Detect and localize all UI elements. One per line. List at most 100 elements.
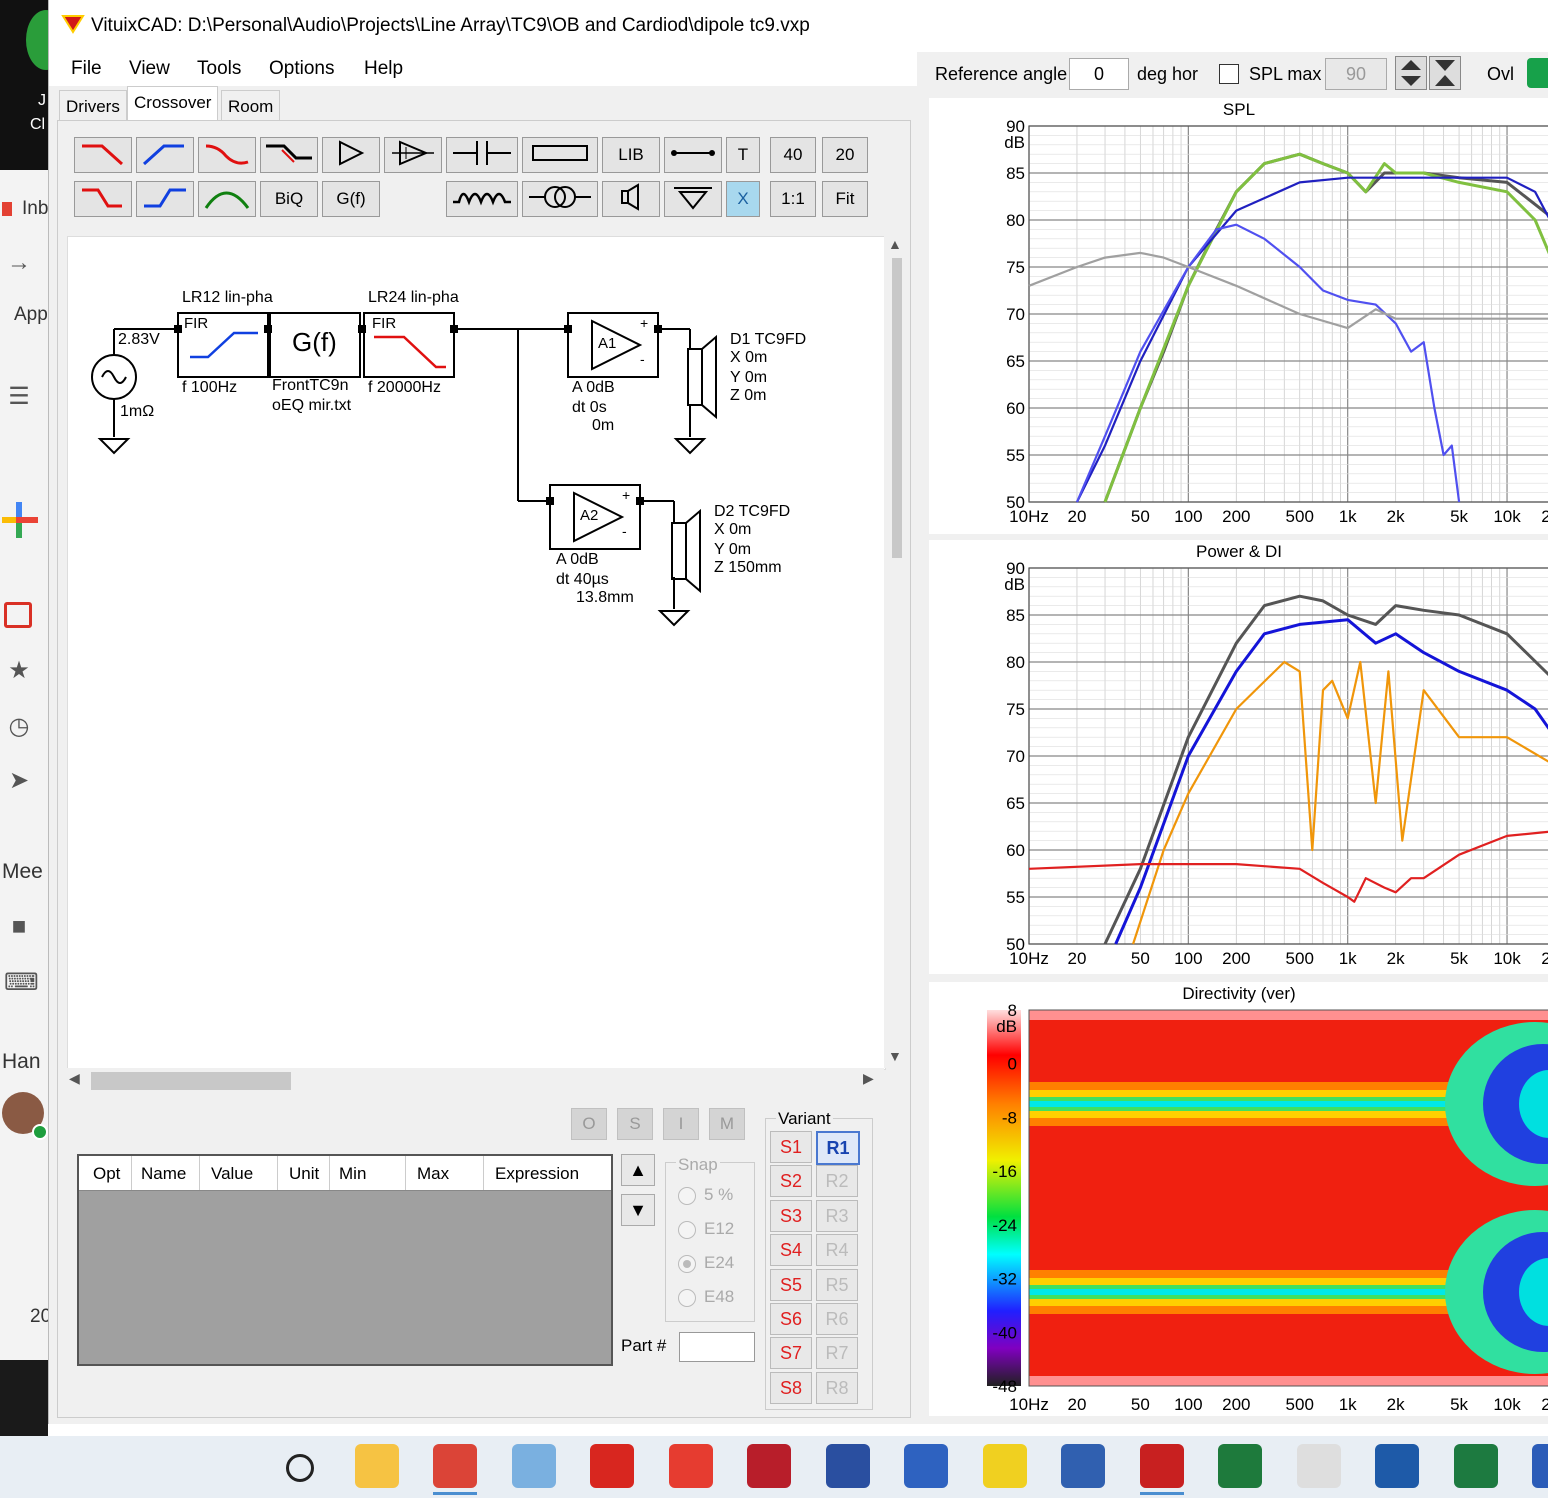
- driver-tool-button[interactable]: [602, 181, 660, 217]
- scroll-right-icon[interactable]: ▶: [863, 1070, 874, 1087]
- variant-r6-button[interactable]: R6: [816, 1303, 858, 1335]
- scroll-down-icon[interactable]: ▼: [888, 1048, 902, 1064]
- taskbar-sketchup-icon[interactable]: [668, 1444, 713, 1488]
- taskbar-app-v-icon[interactable]: [1061, 1444, 1105, 1488]
- driver2-name[interactable]: D2 TC9FD: [714, 503, 790, 521]
- taskbar-word-icon[interactable]: [1532, 1444, 1548, 1488]
- variant-s4-button[interactable]: S4: [770, 1234, 812, 1267]
- taskbar-search-icon[interactable]: [286, 1454, 314, 1482]
- zoom-40-button[interactable]: 40: [770, 137, 816, 173]
- snap-option-5pct[interactable]: 5 %: [678, 1185, 733, 1205]
- capacitor-tool-button[interactable]: [446, 137, 518, 173]
- highpass-tool-button[interactable]: [136, 137, 194, 173]
- variant-s8-button[interactable]: S8: [770, 1371, 812, 1404]
- spl-chart[interactable]: 10Hz20501002005001k2k5k10k20k90858075706…: [929, 98, 1548, 534]
- snap-option-e24[interactable]: E24: [678, 1253, 734, 1273]
- taskbar-outlook-v-icon[interactable]: [1375, 1444, 1419, 1488]
- taskbar-file-explorer-icon[interactable]: [354, 1444, 399, 1488]
- taskbar-app-lightning-icon[interactable]: [982, 1444, 1027, 1488]
- variant-r2-button[interactable]: R2: [816, 1165, 858, 1198]
- notch-tool-button[interactable]: [198, 137, 256, 173]
- wire-tool-button[interactable]: [664, 137, 722, 173]
- filter1-title[interactable]: LR12 lin-pha: [182, 289, 273, 307]
- lowpass-tool-button[interactable]: [74, 137, 132, 173]
- taskbar-excel-icon[interactable]: [1453, 1444, 1498, 1488]
- library-button[interactable]: LIB: [602, 137, 660, 173]
- zoom-1-1-button[interactable]: 1:1: [770, 181, 816, 217]
- driver1-name[interactable]: D1 TC9FD: [730, 331, 806, 349]
- move-up-button[interactable]: ▲: [621, 1154, 655, 1186]
- col-max[interactable]: Max: [417, 1164, 449, 1184]
- schematic-horizontal-scrollbar[interactable]: ◀ ▶: [67, 1068, 884, 1092]
- spl-max-checkbox[interactable]: [1219, 64, 1239, 84]
- power-di-chart[interactable]: 10Hz20501002005001k2k5k10k20k90858075706…: [929, 540, 1548, 974]
- col-value[interactable]: Value: [211, 1164, 253, 1184]
- part-number-input[interactable]: [679, 1332, 755, 1362]
- hamburger-menu-icon[interactable]: ☰: [4, 382, 34, 412]
- resistor-tool-button[interactable]: [522, 137, 598, 173]
- tab-room[interactable]: Room: [221, 90, 281, 121]
- gf-block-button[interactable]: G(f): [322, 181, 380, 217]
- video-camera-icon[interactable]: ■: [4, 912, 34, 942]
- biquad-button[interactable]: BiQ: [260, 181, 318, 217]
- gf-block-label[interactable]: G(f): [292, 327, 337, 358]
- snap-option-e12[interactable]: E12: [678, 1219, 734, 1239]
- scroll-up-icon[interactable]: ▲: [888, 236, 902, 252]
- snap-option-e48[interactable]: E48: [678, 1287, 734, 1307]
- highpass2-tool-button[interactable]: [136, 181, 194, 217]
- inductor-tool-button[interactable]: [446, 181, 518, 217]
- optimize-s-button[interactable]: S: [617, 1108, 653, 1140]
- variant-r4-button[interactable]: R4: [816, 1234, 858, 1267]
- taskbar-app-green-icon[interactable]: [1218, 1444, 1262, 1488]
- menu-file[interactable]: File: [71, 58, 102, 80]
- menu-tools[interactable]: Tools: [197, 58, 241, 80]
- keyboard-icon[interactable]: ⌨: [4, 968, 39, 998]
- bandpass-tool-button[interactable]: [198, 181, 256, 217]
- lowpass2-tool-button[interactable]: [74, 181, 132, 217]
- delete-x-button[interactable]: X: [726, 181, 760, 217]
- variant-r1-button[interactable]: R1: [816, 1131, 860, 1165]
- optimize-m-button[interactable]: M: [709, 1108, 745, 1140]
- col-min[interactable]: Min: [339, 1164, 366, 1184]
- zoom-20-button[interactable]: 20: [822, 137, 868, 173]
- menu-help[interactable]: Help: [364, 58, 403, 80]
- schematic-canvas[interactable]: 2.83V 1mΩ LR12 lin-pha FIR f 100Hz G(f) …: [67, 236, 886, 1070]
- taskbar-app-clock-icon[interactable]: [1296, 1444, 1341, 1488]
- variant-r7-button[interactable]: R7: [816, 1337, 858, 1370]
- label-icon[interactable]: ➤: [4, 766, 34, 796]
- inbox-icon[interactable]: [4, 602, 32, 628]
- star-icon[interactable]: ★: [4, 656, 34, 686]
- directivity-chart[interactable]: 80-8-16-24-32-40-48dB18013590450-45-90-1…: [929, 982, 1548, 1416]
- tab-drivers[interactable]: Drivers: [59, 90, 127, 121]
- col-expression[interactable]: Expression: [495, 1164, 579, 1184]
- transformer-tool-button[interactable]: [522, 181, 598, 217]
- shelf-tool-button[interactable]: [260, 137, 318, 173]
- move-down-button[interactable]: ▼: [621, 1194, 655, 1226]
- tab-crossover[interactable]: Crossover: [127, 86, 219, 121]
- optimize-o-button[interactable]: O: [571, 1108, 607, 1140]
- variant-r5-button[interactable]: R5: [816, 1268, 858, 1301]
- filter2-title[interactable]: LR24 lin-pha: [368, 289, 459, 307]
- overlay-toggle-icon[interactable]: [1527, 58, 1548, 88]
- vertical-scroll-thumb[interactable]: [892, 258, 902, 558]
- taskbar-REW-icon[interactable]: [825, 1444, 870, 1488]
- clock-icon[interactable]: ◷: [4, 712, 34, 742]
- variant-r8-button[interactable]: R8: [816, 1371, 858, 1404]
- taskbar-chrome-icon[interactable]: [433, 1444, 477, 1488]
- horizontal-scroll-thumb[interactable]: [91, 1072, 291, 1090]
- compose-plus-icon[interactable]: [0, 500, 40, 540]
- buffer-tool-button[interactable]: [322, 137, 380, 173]
- taskbar-acrobat-icon[interactable]: [590, 1444, 634, 1488]
- col-name[interactable]: Name: [141, 1164, 186, 1184]
- taskbar-vituixcad-icon[interactable]: [1139, 1444, 1184, 1488]
- text-tool-button[interactable]: T: [726, 137, 760, 173]
- collapse-icon[interactable]: [1429, 56, 1461, 90]
- menu-options[interactable]: Options: [269, 58, 334, 80]
- parameter-table[interactable]: Opt Name Value Unit Min Max Expression: [77, 1154, 613, 1366]
- reference-angle-input[interactable]: 0: [1069, 58, 1129, 90]
- menu-view[interactable]: View: [129, 58, 170, 80]
- user-avatar[interactable]: [2, 1092, 48, 1140]
- spl-max-input[interactable]: 90: [1325, 58, 1387, 90]
- spin-up-down-icon[interactable]: [1395, 56, 1427, 90]
- variant-s1-button[interactable]: S1: [770, 1131, 812, 1163]
